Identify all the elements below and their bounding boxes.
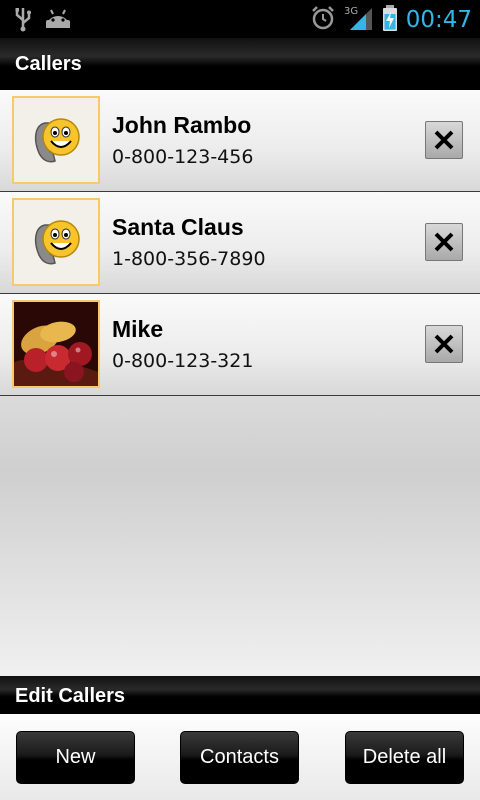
caller-phone: 0-800-123-456 bbox=[112, 146, 254, 168]
delete-caller-button[interactable] bbox=[425, 223, 463, 261]
new-button[interactable]: New bbox=[16, 731, 135, 784]
alarm-icon bbox=[310, 5, 336, 35]
status-bar: 3G 00:47 bbox=[0, 0, 480, 38]
network-type-label: 3G bbox=[344, 6, 358, 17]
callers-title: Callers bbox=[15, 53, 82, 75]
close-icon bbox=[434, 232, 454, 252]
usb-icon bbox=[14, 6, 32, 36]
smiley-phone-icon bbox=[12, 96, 100, 184]
delete-caller-button[interactable] bbox=[425, 121, 463, 159]
delete-all-button[interactable]: Delete all bbox=[345, 731, 464, 784]
bottom-button-bar: New Contacts Delete all bbox=[0, 714, 480, 800]
battery-charging-icon bbox=[382, 4, 398, 36]
edit-callers-header: Edit Callers bbox=[0, 676, 480, 714]
caller-phone: 1-800-356-7890 bbox=[112, 248, 266, 270]
caller-name: Mike bbox=[112, 316, 164, 342]
close-icon bbox=[434, 334, 454, 354]
delete-caller-button[interactable] bbox=[425, 325, 463, 363]
smiley-phone-icon bbox=[12, 198, 100, 286]
caller-name: Santa Claus bbox=[112, 214, 244, 240]
android-icon bbox=[44, 6, 72, 36]
list-item[interactable]: Santa Claus 1-800-356-7890 bbox=[0, 192, 480, 294]
edit-callers-title: Edit Callers bbox=[15, 685, 126, 707]
callers-section-header: Callers bbox=[0, 38, 480, 90]
list-item[interactable]: Mike 0-800-123-321 bbox=[0, 294, 480, 396]
callers-list: John Rambo 0-800-123-456 Santa Claus 1-8… bbox=[0, 90, 480, 676]
status-clock: 00:47 bbox=[405, 7, 472, 33]
contact-photo bbox=[12, 300, 100, 388]
signal-icon: 3G bbox=[344, 4, 374, 36]
close-icon bbox=[434, 130, 454, 150]
caller-phone: 0-800-123-321 bbox=[112, 350, 254, 372]
caller-name: John Rambo bbox=[112, 112, 252, 138]
list-item[interactable]: John Rambo 0-800-123-456 bbox=[0, 90, 480, 192]
contacts-button[interactable]: Contacts bbox=[180, 731, 299, 784]
